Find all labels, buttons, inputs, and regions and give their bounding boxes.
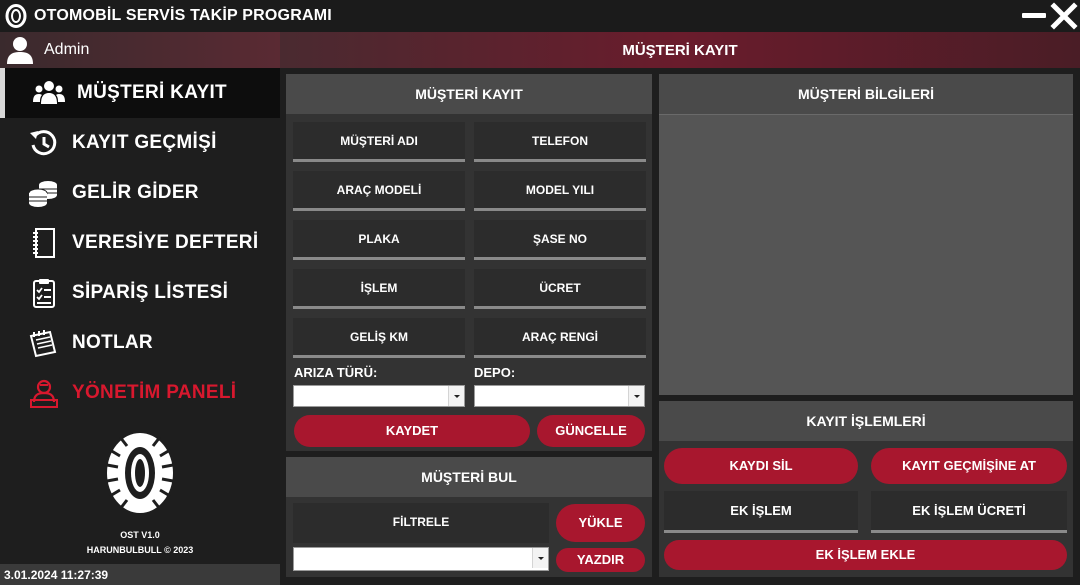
- title-bar: OTOMOBİL SERVİS TAKİP PROGRAMI: [0, 0, 1080, 32]
- move-to-history-button[interactable]: KAYIT GEÇMİŞİNE AT: [871, 448, 1067, 484]
- version-label: OST V1.0: [120, 530, 160, 540]
- customer-form-panel: MÜŞTERİ KAYIT MÜŞTERİ ADI TELEFON ARAÇ M…: [286, 74, 652, 451]
- sidebar-item-kayit-gecmisi[interactable]: KAYIT GEÇMİŞİ: [0, 118, 280, 168]
- sidebar: Admin MÜŞTERİ KAYIT KAYIT GEÇMİŞİ GELİR …: [0, 32, 280, 585]
- minimize-icon[interactable]: [1020, 4, 1048, 28]
- app-window: OTOMOBİL SERVİS TAKİP PROGRAMI Admin MÜŞ: [0, 0, 1080, 585]
- sidebar-item-label: SİPARİŞ LİSTESİ: [72, 282, 229, 303]
- admin-icon: [30, 379, 58, 408]
- chevron-down-icon: [448, 386, 464, 406]
- fault-type-select[interactable]: [293, 385, 465, 407]
- chevron-down-icon: [628, 386, 644, 406]
- operation-field[interactable]: İŞLEM: [293, 269, 465, 309]
- sidebar-item-label: MÜŞTERİ KAYIT: [77, 82, 227, 103]
- arrival-km-field[interactable]: GELİŞ KM: [293, 318, 465, 358]
- sidebar-item-label: VERESİYE DEFTERİ: [72, 232, 259, 253]
- panel-title: KAYIT İŞLEMLERİ: [659, 401, 1073, 441]
- depot-select[interactable]: [474, 385, 645, 407]
- fault-type-label: ARIZA TÜRÜ:: [294, 365, 378, 380]
- user-avatar-icon: [7, 37, 33, 64]
- tire-logo-icon: [106, 433, 174, 513]
- fee-field[interactable]: ÜCRET: [474, 269, 646, 309]
- app-title: OTOMOBİL SERVİS TAKİP PROGRAMI: [34, 7, 332, 24]
- update-button[interactable]: GÜNCELLE: [537, 415, 645, 447]
- extra-operation-fee-field[interactable]: EK İŞLEM ÜCRETİ: [871, 491, 1067, 533]
- sidebar-item-notlar[interactable]: NOTLAR: [0, 318, 280, 368]
- sidebar-item-yonetim-paneli[interactable]: YÖNETİM PANELİ: [0, 368, 280, 418]
- datetime-label: 3.01.2024 11:27:39: [4, 568, 109, 582]
- phone-field[interactable]: TELEFON: [474, 122, 646, 162]
- panel-title: MÜŞTERİ BUL: [286, 457, 652, 497]
- depot-label: DEPO:: [474, 365, 516, 380]
- main-header: MÜŞTERİ KAYIT: [280, 32, 1080, 68]
- copyright-label: HARUNBULBULL © 2023: [86, 545, 194, 555]
- sidebar-item-veresiye-defteri[interactable]: VERESİYE DEFTERİ: [0, 218, 280, 268]
- users-icon: [33, 81, 65, 104]
- close-icon[interactable]: [1050, 2, 1078, 30]
- record-ops-panel: KAYIT İŞLEMLERİ KAYDI SİL KAYIT GEÇMİŞİN…: [659, 401, 1073, 577]
- page-title: MÜŞTERİ KAYIT: [622, 42, 738, 59]
- customer-info-area: [659, 114, 1073, 395]
- sidebar-item-siparis-listesi[interactable]: SİPARİŞ LİSTESİ: [0, 268, 280, 318]
- print-button[interactable]: YAZDIR: [556, 548, 645, 572]
- status-bar: 3.01.2024 11:27:39: [0, 564, 280, 585]
- add-extra-operation-button[interactable]: EK İŞLEM EKLE: [664, 540, 1067, 570]
- vehicle-model-field[interactable]: ARAÇ MODELİ: [293, 171, 465, 211]
- plate-field[interactable]: PLAKA: [293, 220, 465, 260]
- sidebar-item-gelir-gider[interactable]: GELİR GİDER: [0, 168, 280, 218]
- save-button[interactable]: KAYDET: [294, 415, 530, 447]
- history-icon: [30, 130, 57, 156]
- user-name: Admin: [44, 41, 90, 58]
- sidebar-item-musteri-kayit[interactable]: MÜŞTERİ KAYIT: [0, 68, 280, 118]
- model-year-field[interactable]: MODEL YILI: [474, 171, 646, 211]
- delete-record-button[interactable]: KAYDI SİL: [664, 448, 858, 484]
- sidebar-item-label: YÖNETİM PANELİ: [72, 382, 237, 403]
- panel-title: MÜŞTERİ BİLGİLERİ: [659, 74, 1073, 114]
- chassis-no-field[interactable]: ŞASE NO: [474, 220, 646, 260]
- notes-icon: [29, 330, 57, 358]
- filter-field[interactable]: FİLTRELE: [293, 503, 549, 543]
- vehicle-color-field[interactable]: ARAÇ RENGİ: [474, 318, 646, 358]
- main-content: MÜŞTERİ KAYIT MÜŞTERİ ADI TELEFON ARAÇ M…: [280, 68, 1080, 585]
- find-customer-panel: MÜŞTERİ BUL FİLTRELE YÜKLE YAZDIR: [286, 457, 652, 577]
- panel-title: MÜŞTERİ KAYIT: [286, 74, 652, 114]
- filter-select[interactable]: [293, 547, 549, 571]
- user-bar: Admin: [0, 32, 280, 68]
- load-button[interactable]: YÜKLE: [556, 504, 645, 542]
- extra-operation-field[interactable]: EK İŞLEM: [664, 491, 858, 533]
- sidebar-item-label: NOTLAR: [72, 332, 153, 353]
- customer-info-panel: MÜŞTERİ BİLGİLERİ: [659, 74, 1073, 395]
- customer-name-field[interactable]: MÜŞTERİ ADI: [293, 122, 465, 162]
- sidebar-item-label: KAYIT GEÇMİŞİ: [72, 132, 217, 153]
- chevron-down-icon: [532, 548, 548, 568]
- notebook-icon: [33, 228, 55, 258]
- tire-logo-icon: [5, 4, 27, 28]
- coins-icon: [28, 181, 57, 207]
- sidebar-item-label: GELİR GİDER: [72, 182, 199, 203]
- checklist-icon: [33, 279, 55, 308]
